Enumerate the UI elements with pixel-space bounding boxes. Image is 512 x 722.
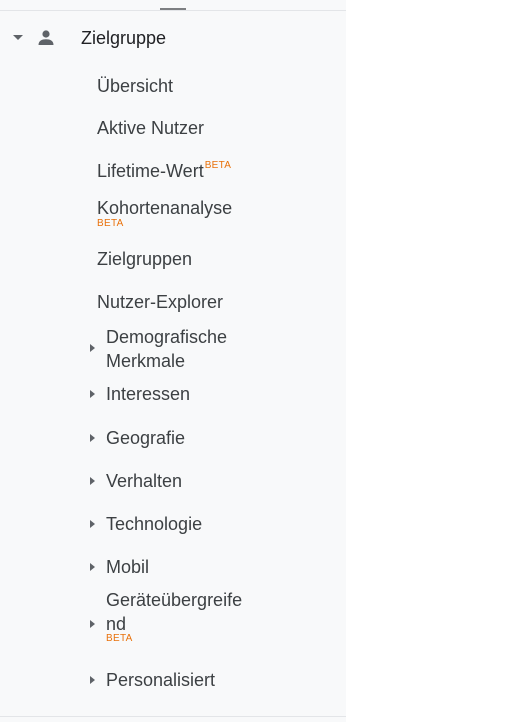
nav-group-label: Personalisiert bbox=[106, 670, 216, 690]
nav-group-technology[interactable]: Technologie bbox=[84, 512, 314, 538]
nav-item-overview[interactable]: Übersicht bbox=[97, 74, 173, 98]
section-header-zielgruppe[interactable]: Zielgruppe bbox=[0, 22, 346, 54]
nav-group-behavior[interactable]: Verhalten bbox=[84, 469, 314, 495]
beta-badge: BETA bbox=[97, 218, 124, 229]
nav-group-label: Mobil bbox=[106, 557, 150, 577]
caret-right-icon bbox=[90, 563, 95, 571]
scroll-handle[interactable] bbox=[160, 8, 186, 10]
caret-right-icon bbox=[90, 390, 95, 398]
top-divider bbox=[0, 10, 346, 11]
nav-group-demographics[interactable]: Demografische Merkmale bbox=[84, 325, 314, 375]
nav-item-label: Kohortenanalyse bbox=[97, 198, 233, 218]
beta-badge: BETA bbox=[204, 160, 232, 171]
caret-right-icon bbox=[90, 676, 95, 684]
nav-item-label: Übersicht bbox=[97, 76, 174, 96]
nav-group-label: Demografische bbox=[106, 327, 228, 347]
caret-right-icon bbox=[90, 520, 95, 528]
nav-item-cohort-analysis[interactable]: Kohortenanalyse BETA bbox=[97, 196, 232, 234]
nav-group-personalized[interactable]: Personalisiert bbox=[84, 668, 314, 694]
nav-item-user-explorer[interactable]: Nutzer-Explorer bbox=[97, 290, 223, 314]
nav-group-label: Interessen bbox=[106, 384, 191, 404]
nav-group-label: Merkmale bbox=[106, 351, 186, 371]
sidebar-panel: Zielgruppe Übersicht Aktive Nutzer Lifet… bbox=[0, 0, 346, 722]
nav-item-label: Zielgruppen bbox=[97, 249, 193, 269]
caret-right-icon bbox=[90, 434, 95, 442]
caret-right-icon bbox=[90, 477, 95, 485]
nav-item-lifetime-value[interactable]: Lifetime-WertBETA bbox=[97, 159, 231, 187]
caret-right-icon bbox=[90, 620, 95, 628]
nav-group-mobile[interactable]: Mobil bbox=[84, 555, 314, 581]
beta-badge: BETA bbox=[106, 633, 133, 644]
nav-group-label: Geräteübergreife bbox=[106, 590, 243, 610]
nav-group-label: Verhalten bbox=[106, 471, 183, 491]
bottom-divider bbox=[0, 716, 346, 717]
nav-group-interests[interactable]: Interessen bbox=[84, 382, 314, 408]
nav-item-audiences[interactable]: Zielgruppen bbox=[97, 247, 192, 271]
caret-right-icon bbox=[90, 344, 95, 352]
section-title: Zielgruppe bbox=[81, 28, 167, 48]
person-icon bbox=[38, 30, 54, 45]
nav-item-active-users[interactable]: Aktive Nutzer bbox=[97, 116, 204, 140]
nav-item-label: Lifetime-Wert bbox=[97, 161, 204, 181]
nav-group-geography[interactable]: Geografie bbox=[84, 426, 314, 452]
nav-group-label: Geografie bbox=[106, 428, 186, 448]
caret-down-icon bbox=[13, 35, 23, 40]
nav-group-label: Technologie bbox=[106, 514, 203, 534]
nav-item-label: Nutzer-Explorer bbox=[97, 292, 224, 312]
nav-group-cross-device[interactable]: Geräteübergreife nd BETA bbox=[84, 588, 314, 650]
nav-item-label: Aktive Nutzer bbox=[97, 118, 205, 138]
